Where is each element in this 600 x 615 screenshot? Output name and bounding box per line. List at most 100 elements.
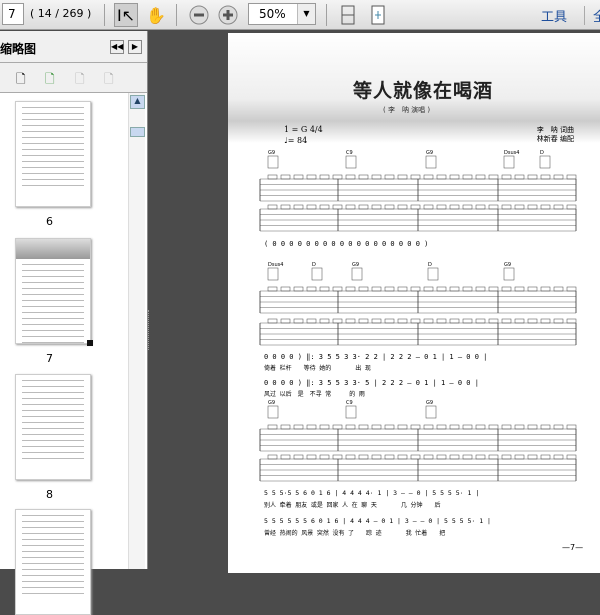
beam bbox=[475, 286, 486, 292]
beam bbox=[319, 454, 330, 460]
beam bbox=[384, 286, 395, 292]
beam bbox=[488, 454, 499, 460]
select-tool-button[interactable]: I↖ bbox=[114, 3, 138, 27]
beam bbox=[267, 454, 278, 460]
beam bbox=[462, 424, 473, 430]
thumbnail-label: 8 bbox=[46, 488, 53, 501]
zoom-in-button[interactable] bbox=[216, 3, 240, 27]
beam bbox=[553, 454, 564, 460]
page-thumbnail[interactable] bbox=[15, 374, 91, 480]
hand-tool-button[interactable]: ✋ bbox=[144, 3, 168, 27]
beam bbox=[566, 424, 577, 430]
beam bbox=[345, 204, 356, 210]
zoom-out-button[interactable] bbox=[187, 3, 211, 27]
beam bbox=[410, 318, 421, 324]
beam bbox=[436, 454, 447, 460]
beam bbox=[527, 286, 538, 292]
chord-diagram bbox=[345, 405, 357, 419]
notation-line: 0 0 0 0 ) ‖: 3 5 5 3 3· 2 2 | 2 2 2 – 0 … bbox=[264, 353, 487, 361]
collapse-panel-button[interactable]: ◀◀ bbox=[110, 40, 124, 54]
arranger: 林新春 编配 bbox=[536, 135, 574, 143]
chevron-down-icon[interactable]: ▼ bbox=[297, 4, 315, 24]
beam bbox=[345, 454, 356, 460]
fit-width-button[interactable] bbox=[366, 3, 390, 27]
beam bbox=[449, 286, 460, 292]
beam bbox=[462, 454, 473, 460]
hand-icon: ✋ bbox=[146, 5, 166, 25]
chord-diagram bbox=[539, 155, 551, 169]
beam bbox=[397, 174, 408, 180]
beam bbox=[462, 174, 473, 180]
beam bbox=[293, 204, 304, 210]
rotate-ccw-icon[interactable]: 🗋 bbox=[75, 70, 85, 91]
chord-diagram bbox=[351, 267, 363, 281]
chord-name: D bbox=[540, 150, 544, 156]
beam bbox=[436, 204, 447, 210]
lyrics-line: 别人 牵着 朋友 或是 回家 人 在 聊 天 几 分钟 后 bbox=[264, 501, 441, 509]
beam bbox=[449, 454, 460, 460]
beam bbox=[371, 424, 382, 430]
page-thumbnail[interactable] bbox=[15, 101, 91, 207]
chord-name: G9 bbox=[268, 400, 275, 406]
chord-diagram bbox=[427, 267, 439, 281]
chord-diagram bbox=[267, 267, 279, 281]
chord-diagram bbox=[267, 155, 279, 169]
insert-page-icon[interactable]: 🗋 bbox=[45, 70, 55, 91]
beam bbox=[397, 424, 408, 430]
page-thumbnail[interactable] bbox=[15, 238, 91, 344]
beam bbox=[423, 454, 434, 460]
chord-name: G9 bbox=[352, 262, 359, 268]
zoom-select[interactable]: 50% ▼ bbox=[248, 3, 316, 25]
more-button[interactable]: 全 bbox=[584, 6, 600, 25]
thumbnail-list: ▲ 6 7 8 bbox=[0, 93, 147, 615]
beam bbox=[462, 286, 473, 292]
beam bbox=[410, 204, 421, 210]
divider bbox=[176, 4, 177, 26]
beam bbox=[397, 204, 408, 210]
beam bbox=[267, 318, 278, 324]
chord-diagram bbox=[311, 267, 323, 281]
beam bbox=[436, 318, 447, 324]
beam bbox=[488, 424, 499, 430]
beam bbox=[553, 204, 564, 210]
panel-resize-handle[interactable] bbox=[148, 310, 152, 350]
beam bbox=[423, 286, 434, 292]
tools-button[interactable]: 工具 bbox=[541, 6, 567, 25]
chord-name: C9 bbox=[346, 150, 353, 156]
beam bbox=[358, 424, 369, 430]
beam bbox=[527, 424, 538, 430]
beam bbox=[566, 286, 577, 292]
notation-line: 5 5 5·5 5 6 0 1 6 | 4 4 4 4· 1 | 3 – – 0… bbox=[264, 489, 479, 497]
chord-diagram bbox=[503, 267, 515, 281]
beam bbox=[306, 454, 317, 460]
chord-diagram bbox=[345, 155, 357, 169]
next-button[interactable]: ▶ bbox=[128, 40, 142, 54]
page-number-input[interactable]: 7 bbox=[2, 3, 24, 25]
beam bbox=[423, 174, 434, 180]
beam bbox=[488, 174, 499, 180]
chord-name: D bbox=[428, 262, 432, 268]
rotate-cw-icon[interactable]: 🗋 bbox=[104, 70, 114, 91]
page-thumbnail[interactable] bbox=[15, 509, 91, 615]
beam bbox=[371, 174, 382, 180]
beam bbox=[462, 204, 473, 210]
beam bbox=[488, 204, 499, 210]
thumbnail-label: 6 bbox=[46, 215, 53, 228]
beam bbox=[293, 454, 304, 460]
fit-page-button[interactable] bbox=[336, 3, 360, 27]
beam bbox=[423, 318, 434, 324]
delete-page-icon[interactable]: 🗋 bbox=[16, 70, 26, 91]
beam bbox=[540, 454, 551, 460]
chord-name: G9 bbox=[426, 400, 433, 406]
beam bbox=[423, 424, 434, 430]
scrollbar[interactable]: ▲ bbox=[128, 93, 145, 569]
beam bbox=[371, 454, 382, 460]
beam bbox=[449, 424, 460, 430]
beam bbox=[514, 174, 525, 180]
beam bbox=[449, 318, 460, 324]
beam bbox=[332, 454, 343, 460]
beam bbox=[527, 174, 538, 180]
fit-page-icon bbox=[341, 5, 355, 25]
beam bbox=[423, 204, 434, 210]
beam bbox=[306, 174, 317, 180]
